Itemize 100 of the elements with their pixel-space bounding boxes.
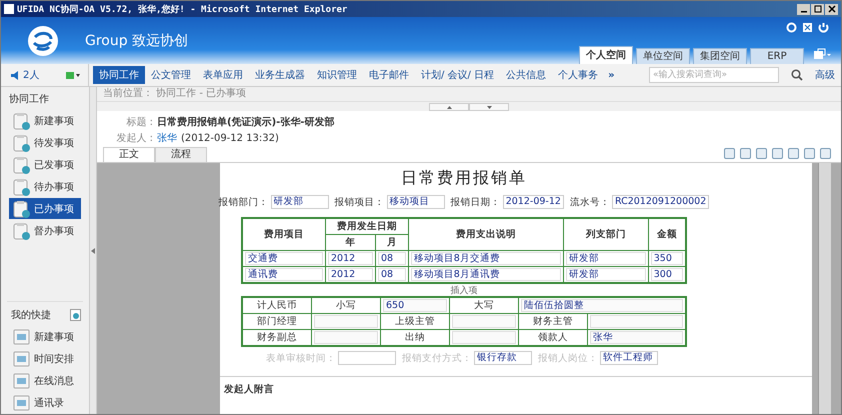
document-icon	[13, 394, 31, 412]
input-field[interactable]: 研发部	[566, 252, 646, 265]
sidebar-item[interactable]: 新建事项	[9, 110, 81, 131]
menu-item[interactable]: 计划/ 会议/ 日程	[415, 66, 500, 84]
menu-item[interactable]: 个人事务	[552, 66, 604, 84]
input-field[interactable]: 研发部	[566, 268, 646, 281]
column-header: 月	[375, 234, 408, 250]
field-label: 表单审核时间：	[266, 352, 336, 364]
power-icon[interactable]	[818, 22, 829, 33]
input-field[interactable]: 交通费	[245, 252, 323, 265]
shortcut-item[interactable]: 时间安排	[9, 348, 81, 369]
space-tab[interactable]: 个人空间	[579, 46, 633, 64]
input-field[interactable]: 银行存款	[474, 351, 532, 365]
shortcut-item[interactable]: 通讯录	[9, 392, 81, 413]
input-field[interactable]: 研发部	[270, 195, 329, 209]
online-count[interactable]: 2人	[23, 68, 40, 82]
brand-name: Group 致远协创	[85, 32, 188, 50]
input-field[interactable]: 移动项目8月交通费	[410, 252, 561, 265]
input-field[interactable]: 300	[650, 268, 683, 281]
input-field[interactable]	[314, 331, 378, 344]
field-label: 报销日期：	[450, 196, 501, 208]
clipboard-icon	[13, 134, 31, 152]
input-field[interactable]: 软件工程师	[600, 351, 658, 365]
scroll-down-button[interactable]	[469, 103, 509, 111]
menu-item[interactable]: 业务生成器	[249, 66, 311, 84]
input-field[interactable]: 陆佰伍拾圆整	[521, 299, 683, 312]
field-label: 计人民币	[242, 297, 312, 314]
input-field[interactable]: 移动项目	[386, 195, 445, 209]
form-title: 日常费用报销单	[401, 167, 527, 189]
close-icon	[828, 5, 836, 13]
document-tab[interactable]: 正文	[103, 147, 155, 162]
minimize-button[interactable]	[797, 4, 810, 14]
column-header: 费用发生日期	[326, 218, 408, 234]
menu-item[interactable]: 协同工作	[93, 66, 145, 84]
sidebar-item[interactable]: 督办事项	[9, 220, 81, 241]
shortcut-item[interactable]: 新建事项	[9, 326, 81, 347]
add-shortcut-icon[interactable]	[70, 309, 81, 321]
input-field[interactable]: 张华	[590, 331, 683, 344]
status-icon[interactable]	[66, 70, 80, 80]
sidebar-item[interactable]: 待办事项	[9, 176, 81, 197]
field-label: 上级主管	[380, 314, 450, 330]
input-field[interactable]	[452, 315, 516, 328]
caret-up-icon	[446, 106, 452, 108]
caret-down-icon	[486, 106, 492, 108]
speaker-icon	[11, 70, 21, 80]
space-tab[interactable]: 单位空间	[636, 48, 690, 64]
field-label: 发起人 :	[115, 132, 153, 145]
note-heading: 发起人附言	[220, 376, 812, 402]
column-header: 年	[326, 234, 376, 250]
input-field[interactable]: 650	[383, 299, 447, 312]
column-header: 列支部门	[563, 218, 648, 250]
sidebar-item[interactable]: 已办事项	[9, 198, 81, 219]
more-button[interactable]: »	[604, 70, 619, 80]
column-header: 费用支出说明	[408, 218, 564, 250]
logo-icon	[27, 24, 59, 56]
advanced-search-link[interactable]: 高级	[815, 68, 835, 82]
sent-time: (2012-09-12 13:32)	[181, 132, 279, 144]
input-field[interactable]: 2012	[328, 268, 373, 281]
insert-item-link[interactable]: 插入项	[450, 284, 478, 296]
sidebar-item[interactable]: 已发事项	[9, 154, 81, 175]
sender-link[interactable]: 张华	[157, 131, 177, 145]
input-field[interactable]: 2012	[328, 252, 373, 265]
menu-item[interactable]: 电子邮件	[363, 66, 415, 84]
input-field[interactable]	[338, 351, 396, 365]
menu-item[interactable]: 表单应用	[197, 66, 249, 84]
sidebar-heading: 我的快捷	[11, 308, 51, 322]
maximize-button[interactable]	[811, 4, 824, 14]
document-tab[interactable]: 流程	[155, 147, 207, 162]
maximize-icon	[814, 5, 822, 13]
input-field[interactable]: 350	[650, 252, 683, 265]
input-field[interactable]: 2012-09-12	[502, 195, 564, 209]
field-label: 财务主管	[518, 314, 588, 330]
space-tab[interactable]: 集团空间	[693, 48, 747, 64]
search-icon[interactable]	[791, 69, 803, 81]
field-label: 大写	[450, 297, 518, 314]
close-button[interactable]	[825, 4, 838, 14]
space-tab[interactable]: ERP	[750, 48, 804, 64]
menu-item[interactable]: 知识管理	[311, 66, 363, 84]
input-field[interactable]: RC2012091200002	[612, 195, 710, 209]
clipboard-icon	[13, 222, 31, 240]
shortcut-item[interactable]: 在线消息	[9, 370, 81, 391]
input-field[interactable]	[452, 331, 516, 344]
menu-item[interactable]: 公文管理	[145, 66, 197, 84]
input-field[interactable]	[314, 315, 378, 328]
field-label: 报销人岗位：	[538, 352, 598, 364]
scrollbar[interactable]	[818, 163, 831, 414]
sidebar-item[interactable]: 待发事项	[9, 132, 81, 153]
clipboard-icon	[13, 200, 31, 218]
input-field[interactable]: 08	[378, 252, 406, 265]
field-label: 小写	[312, 297, 380, 314]
input-field[interactable]: 移动项目8月通讯费	[410, 268, 561, 281]
input-field[interactable]	[590, 315, 683, 328]
windows-icon[interactable]	[813, 48, 831, 62]
search-field[interactable]: «输入搜索词查询»	[649, 67, 779, 83]
field-label: 报销支付方式：	[402, 352, 472, 364]
scroll-up-button[interactable]	[429, 103, 469, 111]
input-field[interactable]: 08	[378, 268, 406, 281]
input-field[interactable]: 通讯费	[245, 268, 323, 281]
field-label: 报销部门：	[218, 196, 269, 208]
menu-item[interactable]: 公共信息	[500, 66, 552, 84]
